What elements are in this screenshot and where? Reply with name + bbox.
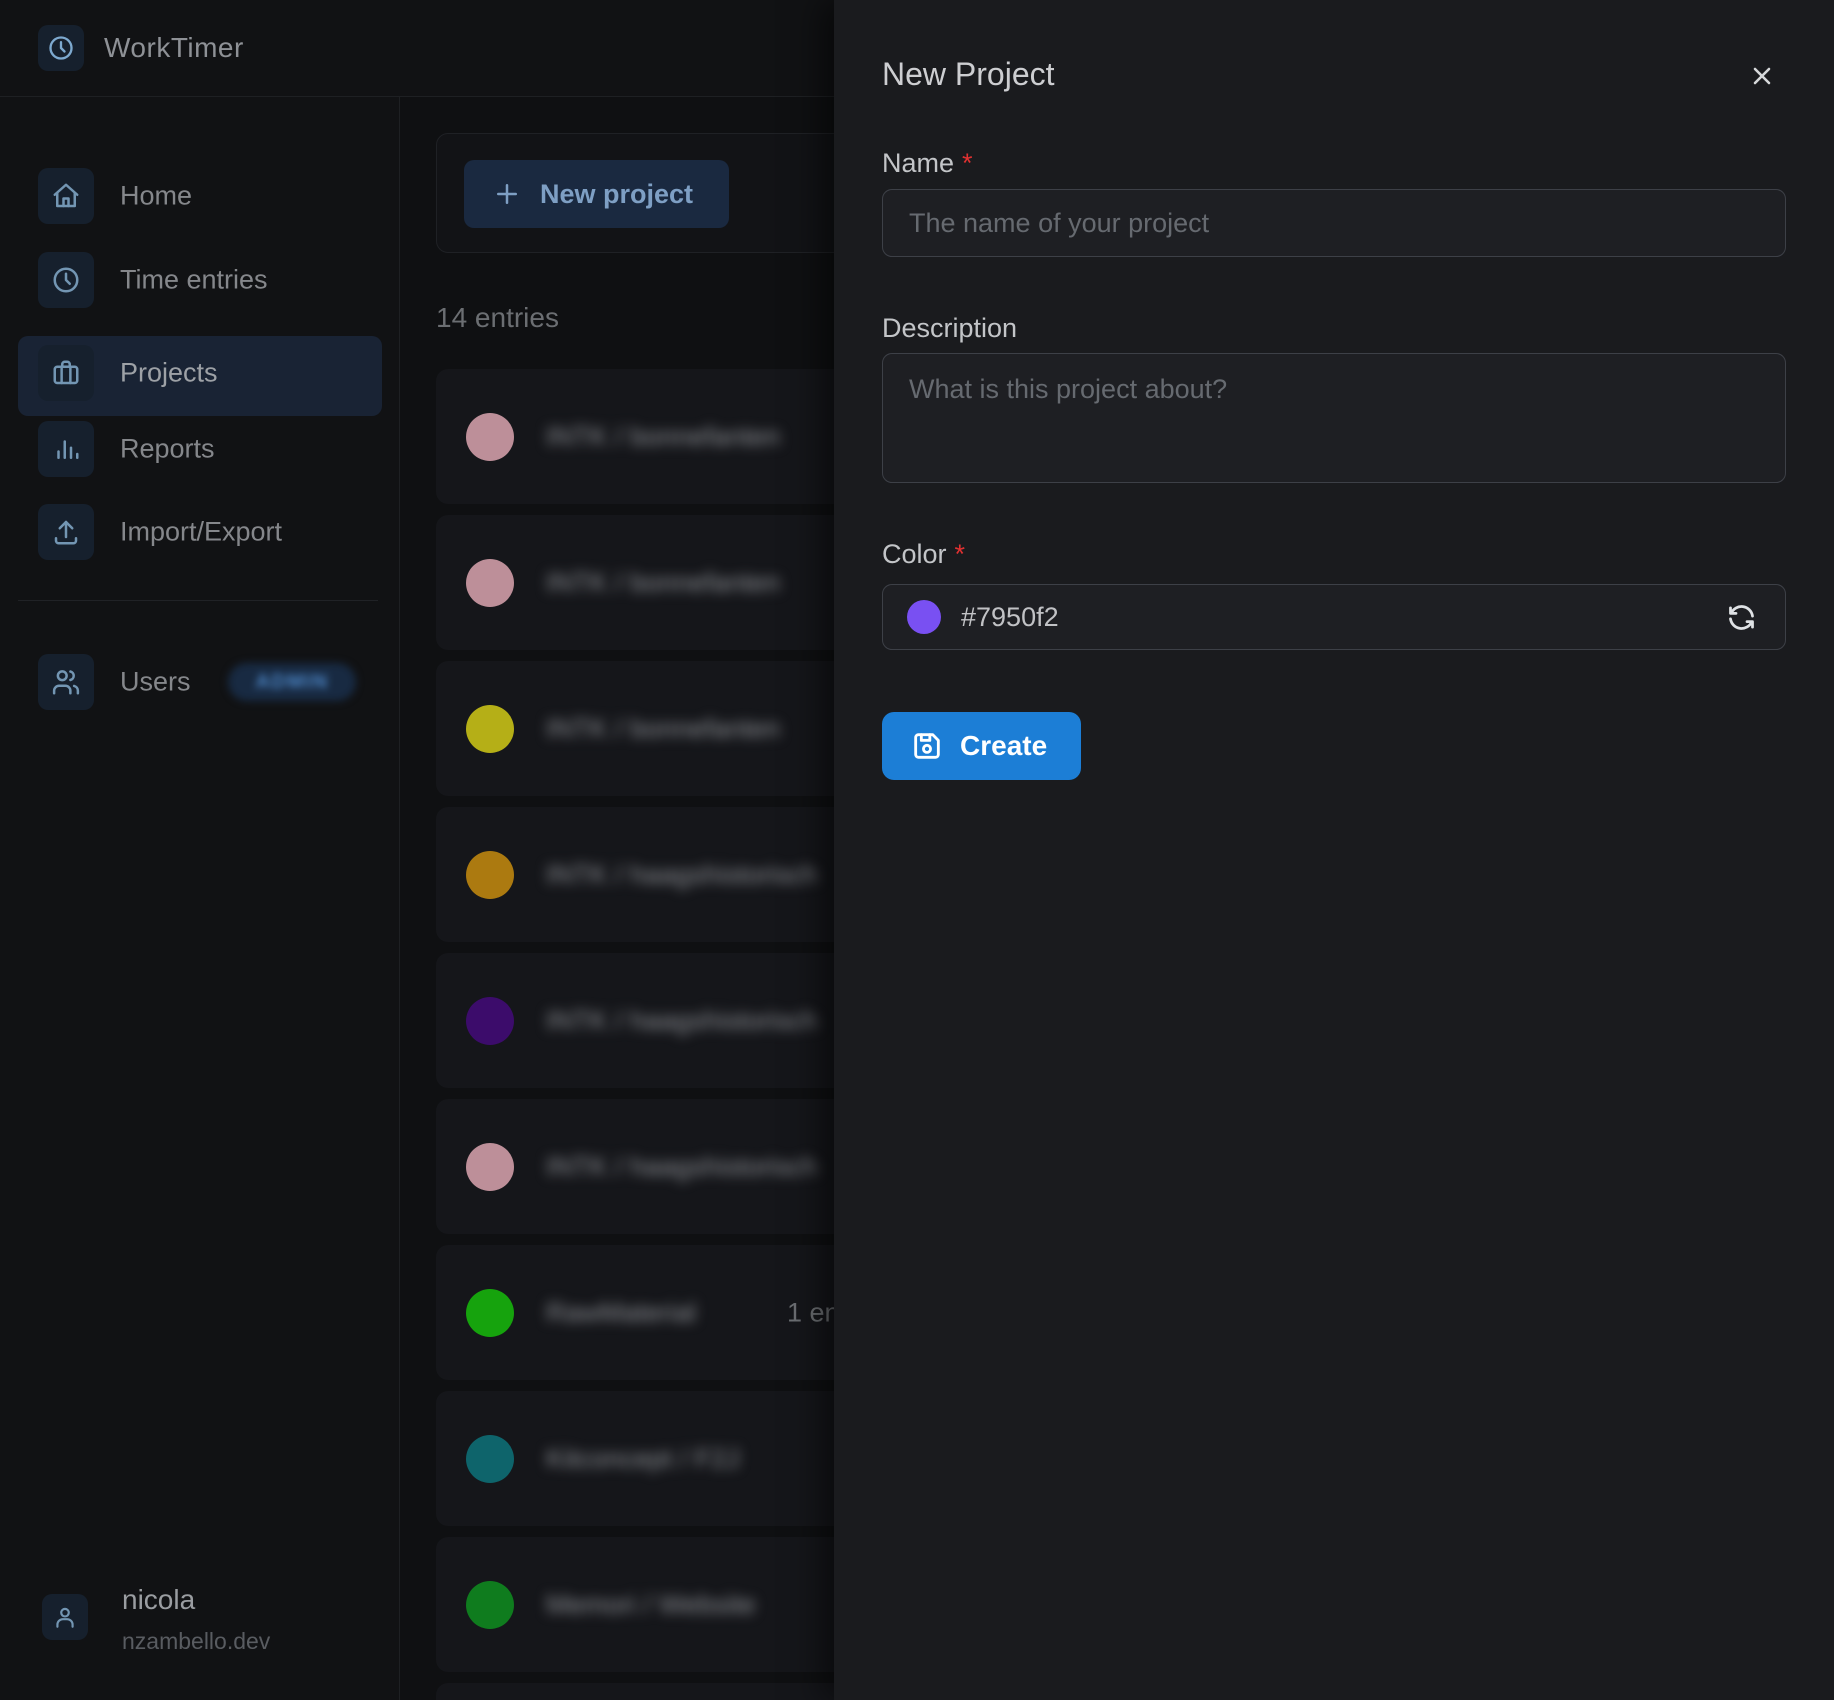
project-color-dot [466, 413, 514, 461]
project-name: INTK / haagshistorisch [546, 1005, 818, 1036]
user-email: nzambello.dev [122, 1628, 270, 1655]
sidebar: Home Time entries Projects Reports Impor [0, 97, 400, 1700]
app-title: WorkTimer [104, 32, 244, 64]
create-button[interactable]: Create [882, 712, 1081, 780]
create-label: Create [960, 730, 1047, 762]
new-project-label: New project [540, 179, 693, 210]
clock-icon [47, 34, 75, 62]
save-icon [910, 729, 944, 763]
project-name: Kitconcept / F2J [546, 1443, 740, 1474]
current-user[interactable]: nicola nzambello.dev [42, 1590, 372, 1654]
required-asterisk: * [962, 148, 973, 178]
color-value: #7950f2 [961, 602, 1059, 633]
sidebar-item-projects[interactable]: Projects [18, 345, 382, 401]
home-icon [38, 168, 94, 224]
drawer-title: New Project [882, 56, 1786, 93]
project-color-dot [466, 851, 514, 899]
name-label: Name* [882, 148, 1786, 179]
description-input[interactable] [882, 353, 1786, 483]
bar-chart-icon [38, 421, 94, 477]
sidebar-item-time-entries[interactable]: Time entries [18, 252, 382, 308]
sidebar-item-label: Reports [120, 434, 215, 465]
project-color-dot [466, 1143, 514, 1191]
project-name: INTK / haagshistorisch [546, 1151, 818, 1182]
color-input[interactable]: #7950f2 [882, 584, 1786, 650]
sidebar-item-label: Users [120, 667, 191, 698]
description-field-group: Description [882, 313, 1786, 488]
sidebar-item-label: Projects [120, 358, 218, 389]
sidebar-item-import-export[interactable]: Import/Export [18, 504, 382, 560]
project-name: INTK / bonnefanten [546, 713, 780, 744]
refresh-icon [1725, 601, 1758, 634]
user-name: nicola [122, 1584, 195, 1616]
description-label: Description [882, 313, 1786, 344]
app-logo [38, 25, 84, 71]
color-label: Color* [882, 539, 1786, 570]
project-name: Memori / Website [546, 1589, 756, 1620]
user-icon [42, 1594, 88, 1640]
project-color-dot [466, 997, 514, 1045]
sidebar-divider [18, 600, 378, 601]
sidebar-item-users[interactable]: Users ADMIN [18, 654, 382, 710]
project-name: INTK / bonnefanten [546, 567, 780, 598]
project-color-dot [466, 1435, 514, 1483]
project-color-dot [466, 559, 514, 607]
admin-badge: ADMIN [228, 663, 356, 701]
sidebar-item-label: Import/Export [120, 517, 282, 548]
required-asterisk: * [955, 539, 966, 569]
project-color-dot [466, 1581, 514, 1629]
entries-count: 14 entries [436, 302, 559, 334]
sidebar-item-reports[interactable]: Reports [18, 421, 382, 477]
drawer-header: New Project [882, 56, 1786, 94]
plus-icon [492, 179, 522, 209]
app-window: WorkTimer Home Time entries Projects [0, 0, 1834, 1700]
new-project-button[interactable]: New project [464, 160, 729, 228]
project-name: RawMaterial [546, 1297, 696, 1328]
sidebar-item-home[interactable]: Home [18, 168, 382, 224]
close-icon [1748, 62, 1776, 90]
project-name: INTK / haagshistorisch [546, 859, 818, 890]
name-field-group: Name* [882, 148, 1786, 257]
clock-icon [38, 252, 94, 308]
project-color-dot [466, 705, 514, 753]
upload-icon [38, 504, 94, 560]
color-field-group: Color* #7950f2 [882, 539, 1786, 650]
briefcase-icon [38, 345, 94, 401]
close-button[interactable] [1742, 56, 1782, 96]
sidebar-item-label: Home [120, 181, 192, 212]
color-swatch [907, 600, 941, 634]
sidebar-item-label: Time entries [120, 265, 268, 296]
randomize-color-button[interactable] [1721, 597, 1761, 637]
new-project-drawer: New Project Name* Description Color* #79… [834, 0, 1834, 1700]
project-name: INTK / bonnefanten [546, 421, 780, 452]
users-icon [38, 654, 94, 710]
project-color-dot [466, 1289, 514, 1337]
name-input[interactable] [882, 189, 1786, 257]
